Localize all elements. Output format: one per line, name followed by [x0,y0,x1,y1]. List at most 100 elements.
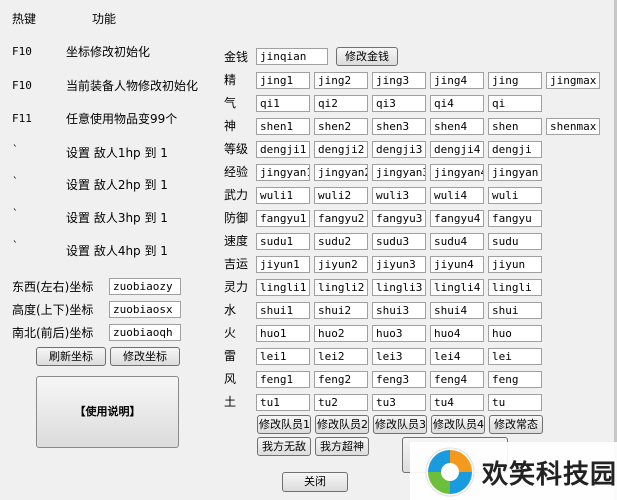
super-god-button[interactable]: 我方超神 [315,437,369,456]
stat-field[interactable]: jingyan4 [430,164,484,181]
stat-field[interactable]: shui2 [314,302,368,319]
stat-field[interactable]: dengji2 [314,141,368,158]
stat-field[interactable]: huo3 [372,325,426,342]
stat-field[interactable]: lei1 [256,348,310,365]
money-field[interactable]: jinqian [256,48,328,65]
stat-field[interactable]: tu1 [256,394,310,411]
modify-money-button[interactable]: 修改金钱 [336,47,398,66]
stat-field[interactable]: tu [488,394,542,411]
stat-field[interactable]: jing3 [372,72,426,89]
stat-field[interactable]: shen [488,118,542,135]
stat-field[interactable]: jiyun [488,256,542,273]
stat-field[interactable]: dengji4 [430,141,484,158]
stat-field[interactable]: jing4 [430,72,484,89]
stat-field[interactable]: shui3 [372,302,426,319]
stat-field[interactable]: huo4 [430,325,484,342]
stat-field[interactable]: tu2 [314,394,368,411]
stat-field[interactable]: qi1 [256,95,310,112]
stat-field[interactable]: fangyu4 [430,210,484,227]
stat-field[interactable]: jing1 [256,72,310,89]
stat-field[interactable]: feng2 [314,371,368,388]
modify-member1-button[interactable]: 修改队员1 [257,415,311,434]
stat-field[interactable]: sudu3 [372,233,426,250]
stat-field[interactable]: jingyan3 [372,164,426,181]
stat-field[interactable]: shenmax [546,118,600,135]
stat-field[interactable]: lingli [488,279,542,296]
stat-field[interactable]: sudu2 [314,233,368,250]
stat-field[interactable]: jiyun3 [372,256,426,273]
coord-ns-field[interactable]: zuobiaoqh [109,324,181,341]
coord-label-ew: 东西(左右)坐标 [12,280,94,294]
invincible-button[interactable]: 我方无敌 [257,437,311,456]
stat-field[interactable]: wuli3 [372,187,426,204]
stat-field[interactable]: shui4 [430,302,484,319]
stat-field[interactable]: jing2 [314,72,368,89]
coord-ew-field[interactable]: zuobiaozy [109,278,181,295]
stat-field[interactable]: shen1 [256,118,310,135]
hotkey-key: ` [12,239,19,252]
stat-field[interactable]: shui1 [256,302,310,319]
stat-field[interactable]: lingli3 [372,279,426,296]
stat-field[interactable]: wuli1 [256,187,310,204]
stat-field[interactable]: feng4 [430,371,484,388]
refresh-coords-button[interactable]: 刷新坐标 [36,347,106,366]
stat-field[interactable]: qi2 [314,95,368,112]
modify-member2-button[interactable]: 修改队员2 [315,415,369,434]
stat-field[interactable]: fangyu3 [372,210,426,227]
stat-field[interactable]: feng1 [256,371,310,388]
stat-field[interactable]: shen4 [430,118,484,135]
stat-field[interactable]: shen2 [314,118,368,135]
stat-label: 吉运 [224,257,249,271]
stat-field[interactable]: lingli2 [314,279,368,296]
stat-label: 水 [224,303,237,317]
stat-field[interactable]: huo [488,325,542,342]
modify-coords-button[interactable]: 修改坐标 [110,347,180,366]
stat-field[interactable]: lingli1 [256,279,310,296]
stat-field[interactable]: wuli2 [314,187,368,204]
stat-field[interactable]: lei [488,348,542,365]
stat-field[interactable]: jingyan2 [314,164,368,181]
stat-field[interactable]: tu3 [372,394,426,411]
stat-field[interactable]: fangyu2 [314,210,368,227]
coord-height-field[interactable]: zuobiaosx [109,301,181,318]
stat-field[interactable]: jiyun4 [430,256,484,273]
stat-field[interactable]: lingli4 [430,279,484,296]
stat-field[interactable]: dengji [488,141,542,158]
instructions-button[interactable]: 【使用说明】 [36,376,179,448]
stat-field[interactable]: sudu1 [256,233,310,250]
stat-field[interactable]: jingyan1 [256,164,310,181]
stat-field[interactable]: huo2 [314,325,368,342]
stat-field[interactable]: wuli4 [430,187,484,204]
stat-field[interactable]: shen3 [372,118,426,135]
stat-label: 经验 [224,165,249,179]
stat-field[interactable]: huo1 [256,325,310,342]
stat-field[interactable]: jingyan [488,164,542,181]
stat-field[interactable]: fangyu [488,210,542,227]
stat-field[interactable]: jiyun1 [256,256,310,273]
stat-field[interactable]: sudu4 [430,233,484,250]
stat-field[interactable]: qi4 [430,95,484,112]
stat-field[interactable]: wuli [488,187,542,204]
stat-label: 等级 [224,142,249,156]
modify-member3-button[interactable]: 修改队员3 [373,415,427,434]
stat-field[interactable]: lei2 [314,348,368,365]
stat-field[interactable]: qi3 [372,95,426,112]
stat-field[interactable]: dengji3 [372,141,426,158]
close-button[interactable]: 关闭 [282,472,348,492]
stat-field[interactable]: feng [488,371,542,388]
modify-state-button[interactable]: 修改常态 [489,415,543,434]
stat-field[interactable]: lei3 [372,348,426,365]
stat-field[interactable]: lei4 [430,348,484,365]
stat-field[interactable]: jiyun2 [314,256,368,273]
stat-field[interactable]: dengji1 [256,141,310,158]
stat-label: 火 [224,326,237,340]
stat-field[interactable]: shui [488,302,542,319]
stat-field[interactable]: tu4 [430,394,484,411]
stat-field[interactable]: qi [488,95,542,112]
stat-field[interactable]: feng3 [372,371,426,388]
stat-field[interactable]: sudu [488,233,542,250]
modify-member4-button[interactable]: 修改队员4 [431,415,485,434]
stat-field[interactable]: fangyu1 [256,210,310,227]
stat-field[interactable]: jingmax [546,72,600,89]
stat-field[interactable]: jing [488,72,542,89]
